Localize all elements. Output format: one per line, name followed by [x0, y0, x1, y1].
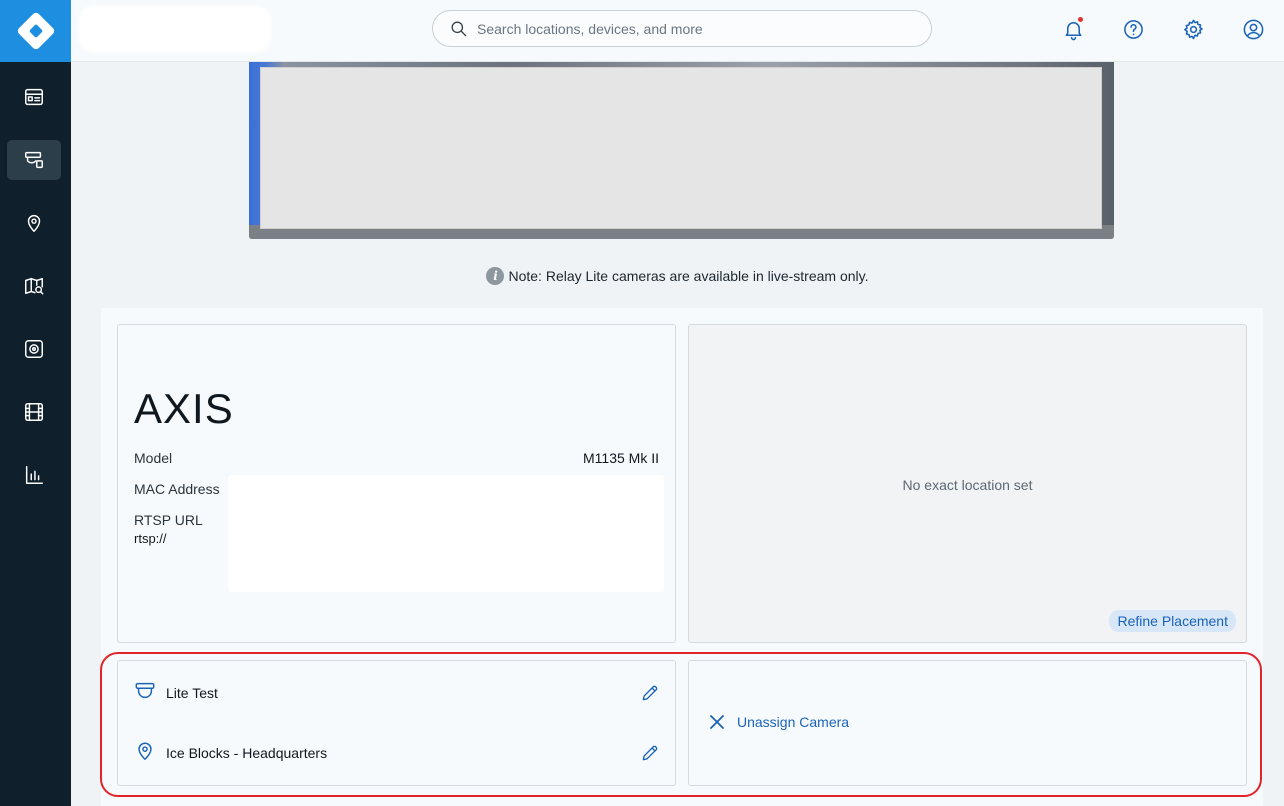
pencil-icon [642, 685, 658, 701]
top-bar [71, 0, 1284, 62]
preview-redaction [260, 67, 1102, 229]
sidebar-item-devices[interactable] [7, 140, 61, 180]
sidebar [0, 0, 71, 806]
unassign-camera-button[interactable]: Unassign Camera [709, 714, 849, 730]
safe-vault-icon [25, 340, 43, 358]
search-input[interactable] [477, 20, 897, 37]
camera-icon [135, 682, 155, 698]
global-search[interactable] [432, 10, 932, 47]
main-content: i Note: Relay Lite cameras are available… [71, 62, 1284, 806]
sidebar-item-analytics[interactable] [7, 455, 61, 495]
camera-preview [249, 62, 1114, 239]
account-button[interactable] [1240, 16, 1266, 42]
sidebar-item-locations[interactable] [7, 203, 61, 243]
model-value: M1135 Mk II [583, 450, 659, 466]
film-icon [25, 403, 43, 421]
camera-device-icon [25, 151, 43, 169]
relay-lite-note: i Note: Relay Lite cameras are available… [71, 267, 1284, 285]
notifications-button[interactable] [1060, 16, 1086, 42]
help-icon [1123, 19, 1143, 39]
no-location-text: No exact location set [902, 477, 1033, 493]
location-pin-icon [27, 215, 41, 232]
mac-address-label: MAC Address [134, 481, 220, 497]
sidebar-item-video[interactable] [7, 392, 61, 432]
settings-button[interactable] [1180, 16, 1206, 42]
sidebar-item-vault[interactable] [7, 329, 61, 369]
camera-location: Ice Blocks - Headquarters [166, 745, 328, 761]
edit-camera-name-button[interactable] [639, 682, 661, 704]
dashboard-icon [25, 88, 43, 106]
help-button[interactable] [1120, 16, 1146, 42]
rtsp-url-value: rtsp:// [134, 531, 167, 546]
location-pin-icon [138, 741, 152, 760]
organization-selector[interactable] [79, 6, 271, 52]
map-search-icon [25, 277, 44, 295]
unassign-camera-label: Unassign Camera [737, 714, 850, 730]
sidebar-item-dashboard[interactable] [7, 77, 61, 117]
camera-name-row: Lite Test [134, 680, 661, 706]
account-icon [1243, 19, 1263, 39]
notification-badge [1077, 16, 1084, 23]
device-brand: AXIS [134, 385, 234, 432]
settings-gear-icon [1183, 19, 1203, 39]
sidebar-item-map[interactable] [7, 266, 61, 306]
rtsp-url-label: RTSP URL [134, 512, 203, 528]
edit-camera-location-button[interactable] [639, 742, 661, 764]
refine-placement-button[interactable]: Refine Placement [1109, 610, 1236, 632]
camera-location-row: Ice Blocks - Headquarters [134, 740, 661, 766]
device-details-panel: AXIS Model M1135 Mk II MAC Address RTSP … [101, 308, 1263, 806]
pencil-icon [642, 745, 658, 761]
note-text: Note: Relay Lite cameras are available i… [508, 268, 869, 284]
device-info-card: AXIS Model M1135 Mk II MAC Address RTSP … [117, 324, 676, 643]
logo-icon [15, 11, 56, 51]
search-icon [451, 21, 467, 37]
app-logo[interactable] [0, 0, 71, 62]
redacted-field [228, 475, 664, 592]
analytics-chart-icon [25, 466, 43, 484]
info-icon: i [486, 267, 505, 285]
close-icon [710, 715, 724, 729]
camera-name: Lite Test [166, 685, 218, 701]
location-map-card: No exact location set Refine Placement [688, 324, 1247, 643]
camera-assignment-card: Lite Test Ice Blocks - Headquarters [117, 660, 676, 786]
model-label: Model [134, 450, 173, 466]
unassign-card: Unassign Camera [688, 660, 1247, 786]
